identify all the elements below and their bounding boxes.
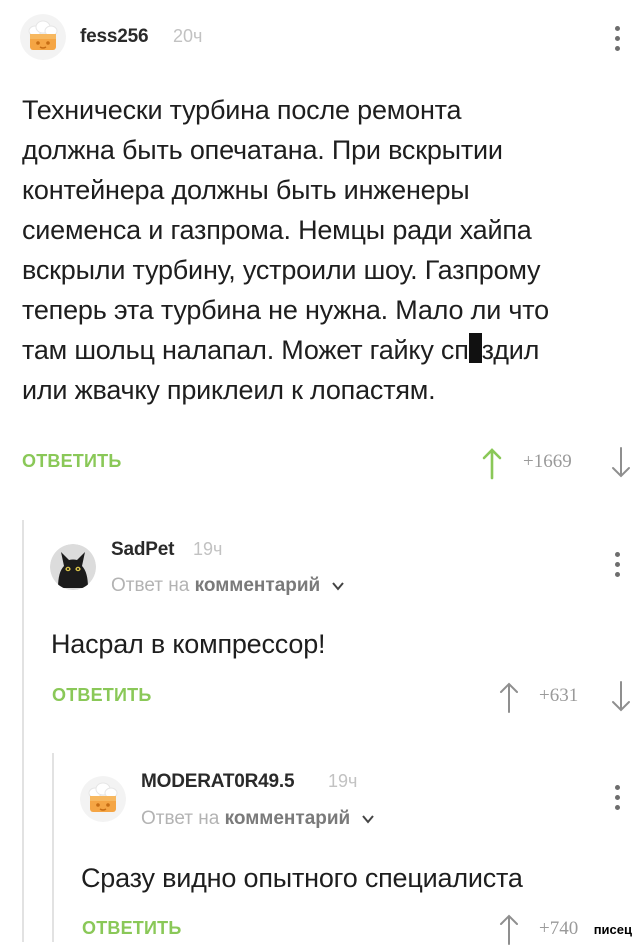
comment-time: 19ч xyxy=(193,539,223,559)
comment-text-line: контейнера должны быть инженеры xyxy=(22,175,470,205)
comment-text: Насрал в компрессор! xyxy=(51,629,326,659)
comment-text-line: вскрыли турбину, устроили шоу. Газпрому xyxy=(22,255,541,285)
username[interactable]: SadPet xyxy=(111,539,174,561)
chevron-down-icon[interactable] xyxy=(361,808,374,830)
upvote-arrow-icon[interactable] xyxy=(497,912,521,946)
thread-line xyxy=(52,753,54,942)
comment-text-part: здил xyxy=(481,335,540,365)
chevron-down-icon[interactable] xyxy=(331,575,344,597)
comment-text-part: там шольц налапал. Может гайку сп xyxy=(22,335,469,365)
comment-text: Технически турбина после ремонта должна … xyxy=(22,90,622,410)
comment-text-line: Технически турбина после ремонта xyxy=(22,95,462,125)
reply-to-prefix: Ответ на xyxy=(111,575,190,597)
reply-to-comment-link[interactable]: комментарий xyxy=(225,808,351,829)
reply-to-link[interactable]: Ответ на комментарий xyxy=(111,575,344,597)
comment-text-line: сиеменса и газпрома. Немцы ради хайпа xyxy=(22,215,532,245)
downvote-arrow-icon[interactable] xyxy=(609,446,633,480)
thread-line xyxy=(22,520,24,942)
upvote-arrow-icon[interactable] xyxy=(497,680,521,714)
comment-text-line: там шольц налапал. Может гайку сп здил xyxy=(22,330,622,370)
rating-count: +1669 xyxy=(523,451,572,472)
more-options-icon[interactable] xyxy=(612,552,622,582)
username[interactable]: fess256 xyxy=(80,26,149,48)
site-watermark: писец xyxy=(589,921,636,938)
reply-button[interactable]: ОТВЕТИТЬ xyxy=(82,918,181,939)
comment-text-line: должна быть опечатана. При вскрытии xyxy=(22,135,503,165)
comment-time: 19ч xyxy=(328,771,358,791)
downvote-arrow-icon[interactable] xyxy=(609,680,633,714)
reply-to-prefix: Ответ на xyxy=(141,808,220,830)
rating-count: +631 xyxy=(539,685,579,706)
reply-button[interactable]: ОТВЕТИТЬ xyxy=(22,451,121,472)
comment-text: Сразу видно опытного специалиста xyxy=(81,863,523,893)
comment-time: 20ч xyxy=(173,26,203,46)
comment-text-line: теперь эта турбина не нужна. Мало ли что xyxy=(22,295,549,325)
reply-to-link[interactable]: Ответ на комментарий xyxy=(141,808,374,830)
reply-to-comment-link[interactable]: комментарий xyxy=(195,575,321,596)
comment-text-line: или жвачку приклеил к лопастям. xyxy=(22,375,436,405)
chef-hat-avatar-icon[interactable] xyxy=(80,776,126,822)
censor-block xyxy=(468,333,482,363)
more-options-icon[interactable] xyxy=(612,26,622,56)
reply-button[interactable]: ОТВЕТИТЬ xyxy=(52,685,151,706)
username[interactable]: MODERAT0R49.5 xyxy=(141,771,295,793)
rating-count: +740 xyxy=(539,918,579,939)
black-cat-avatar-icon[interactable] xyxy=(50,544,96,590)
upvote-arrow-icon[interactable] xyxy=(480,446,504,480)
more-options-icon[interactable] xyxy=(612,785,622,815)
chef-hat-avatar-icon[interactable] xyxy=(20,14,66,60)
